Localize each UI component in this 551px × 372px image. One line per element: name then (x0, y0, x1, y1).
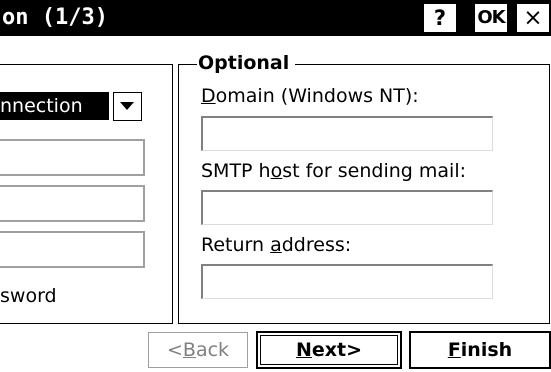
domain-input[interactable] (201, 116, 493, 151)
ok-button[interactable]: OK (475, 4, 507, 32)
domain-left-input[interactable] (0, 231, 145, 268)
domain-label: Domain (Windows NT): (201, 85, 419, 107)
return-address-label: Return address: (201, 234, 352, 256)
help-button[interactable]: ? (424, 4, 456, 32)
window-title: on (1/3) (2, 5, 108, 30)
smtp-host-label: SMTP host for sending mail: (201, 160, 467, 182)
save-password-label: sword (0, 285, 57, 307)
next-button[interactable]: Next> (256, 331, 402, 369)
connection-combobox-dropdown-button[interactable] (113, 92, 142, 121)
connection-combobox-value[interactable]: nnection (0, 92, 109, 120)
close-button[interactable]: × (517, 4, 549, 32)
username-input[interactable] (0, 139, 145, 176)
optional-groupbox-title: Optional (197, 52, 296, 74)
return-address-input[interactable] (201, 264, 493, 299)
back-button[interactable]: <Back (148, 332, 248, 368)
finish-button[interactable]: Finish (409, 331, 551, 369)
chevron-down-icon (120, 102, 134, 110)
title-bar: on (1/3) ? OK × (0, 0, 551, 36)
smtp-host-input[interactable] (201, 190, 493, 225)
password-input[interactable] (0, 185, 145, 222)
